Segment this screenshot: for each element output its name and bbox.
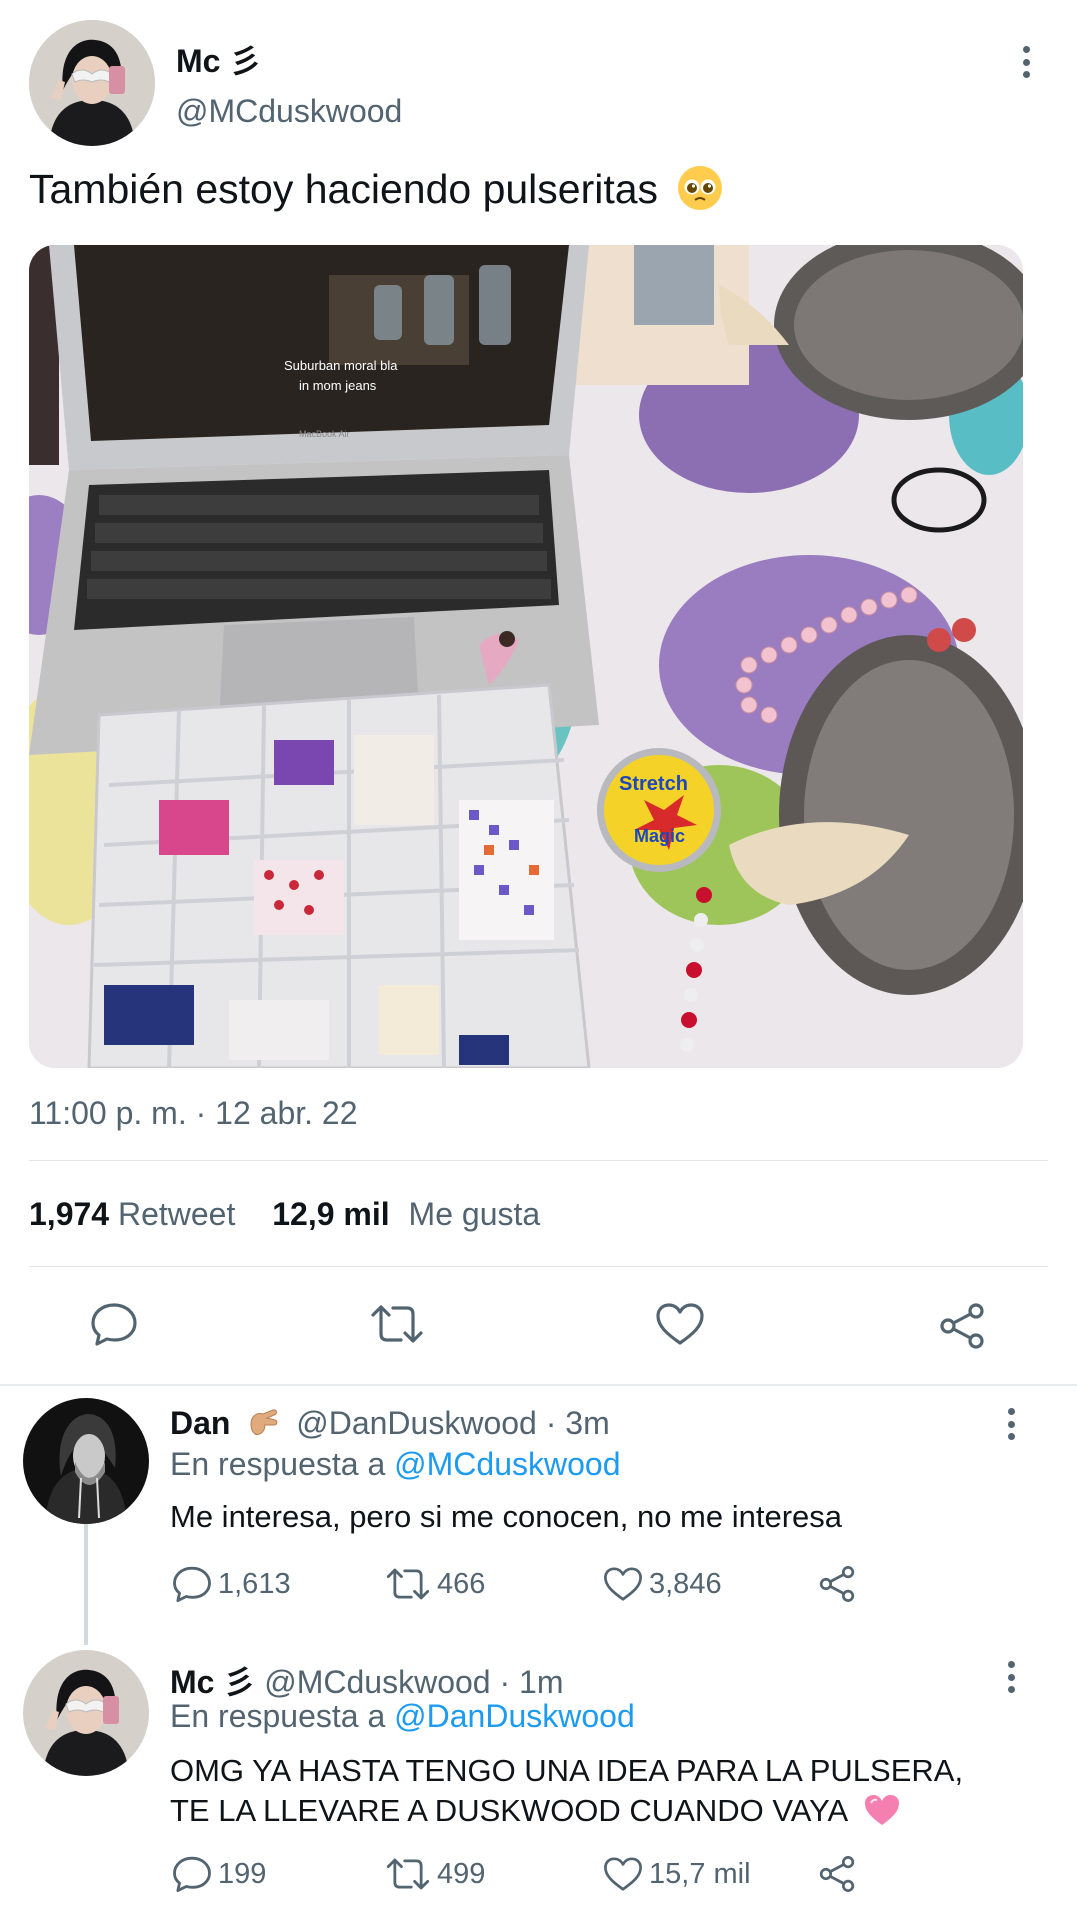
like-icon[interactable] [655,1302,705,1346]
thread-connector [84,1523,88,1645]
avatar-dan[interactable] [23,1398,149,1524]
reply-header: Mc 彡 @MCduskwood · 1m [170,1657,563,1703]
reply-prefix: En respuesta a [170,1698,386,1734]
tweet-detail-screen: Mc 彡 @MCduskwood También estoy haciendo … [0,0,1077,1920]
spool-label-2: Magic [634,826,685,846]
reply-button[interactable]: 199 [172,1855,266,1893]
retweet-label[interactable]: Retweet [118,1196,235,1232]
reply-time[interactable]: · 1m [499,1664,563,1700]
share-icon [819,1566,855,1602]
like-label[interactable]: Me gusta [409,1196,541,1232]
tweet-text-content: También estoy haciendo pulseritas [29,166,659,212]
tweet-stats: 1,974 Retweet 12,9 mil Me gusta [29,1196,540,1233]
like-button[interactable]: 3,846 [603,1565,722,1603]
reply-handle[interactable]: @DanDuskwood [296,1405,537,1441]
retweet-button[interactable]: 499 [385,1855,485,1893]
share-button[interactable] [817,1565,857,1603]
pinching-hand-emoji [245,1404,281,1440]
reply-text: OMG YA HASTA TENGO UNA IDEA PARA LA PULS… [170,1751,963,1831]
retweet-count: 466 [437,1567,486,1600]
reply-icon[interactable] [90,1302,138,1346]
retweet-icon[interactable] [369,1302,425,1346]
pleading-face-icon [677,165,723,211]
more-options-icon[interactable] [996,1404,1026,1444]
reply-header: Dan @DanDuskwood · 3m [170,1404,610,1442]
retweet-count: 499 [437,1857,486,1890]
reply-to-link[interactable]: @DanDuskwood [394,1698,635,1734]
display-name[interactable]: Mc 彡 [176,36,261,82]
user-handle[interactable]: @MCduskwood [176,93,402,130]
subtitle-line-1: Suburban moral bla [284,358,398,373]
divider [29,1160,1048,1161]
reply-to-link[interactable]: @MCduskwood [394,1446,620,1482]
share-icon [819,1856,855,1892]
retweet-button[interactable]: 466 [385,1565,485,1603]
reply-prefix: En respuesta a [170,1446,386,1482]
share-icon[interactable] [937,1302,987,1350]
tweet-timestamp[interactable]: 11:00 p. m. · 12 abr. 22 [29,1095,358,1132]
pink-heart-icon [863,1793,901,1827]
divider [29,1266,1048,1267]
section-divider [0,1384,1077,1386]
retweet-count[interactable]: 1,974 [29,1196,109,1232]
reply-text-line: OMG YA HASTA TENGO UNA IDEA PARA LA PULS… [170,1753,964,1788]
like-button[interactable]: 15,7 mil [603,1855,751,1893]
like-count: 15,7 mil [649,1857,751,1890]
reply-count: 1,613 [218,1567,291,1600]
subtitle-line-2: in mom jeans [299,378,377,393]
reply-text: Me interesa, pero si me conocen, no me i… [170,1499,843,1534]
reply-context: En respuesta a @DanDuskwood [170,1698,635,1735]
reply-time[interactable]: · 3m [546,1405,610,1441]
reply-count: 199 [218,1857,267,1890]
tweet-photo[interactable]: Suburban moral bla in mom jeans MacBook … [29,245,1023,1068]
like-count[interactable]: 12,9 mil [272,1196,389,1232]
like-count: 3,846 [649,1567,722,1600]
laptop-brand: MacBook Air [299,429,350,439]
tweet-text: También estoy haciendo pulseritas [29,165,723,213]
reply-context: En respuesta a @MCduskwood [170,1446,620,1483]
reply-display-name[interactable]: Dan [170,1405,230,1441]
reply-text-content: TE LA LLEVARE A DUSKWOOD CUANDO VAYA [170,1793,847,1828]
more-options-icon[interactable] [1011,42,1041,82]
share-button[interactable] [817,1855,857,1893]
spool-label-1: Stretch [619,773,688,795]
reply-button[interactable]: 1,613 [172,1565,291,1603]
reply-text-line: TE LA LLEVARE A DUSKWOOD CUANDO VAYA [170,1791,963,1831]
reply-handle[interactable]: @MCduskwood [264,1664,490,1700]
reply-display-name[interactable]: Mc 彡 [170,1664,255,1700]
more-options-icon[interactable] [996,1657,1026,1697]
avatar-mc[interactable] [23,1650,149,1776]
avatar-mc[interactable] [29,20,155,146]
